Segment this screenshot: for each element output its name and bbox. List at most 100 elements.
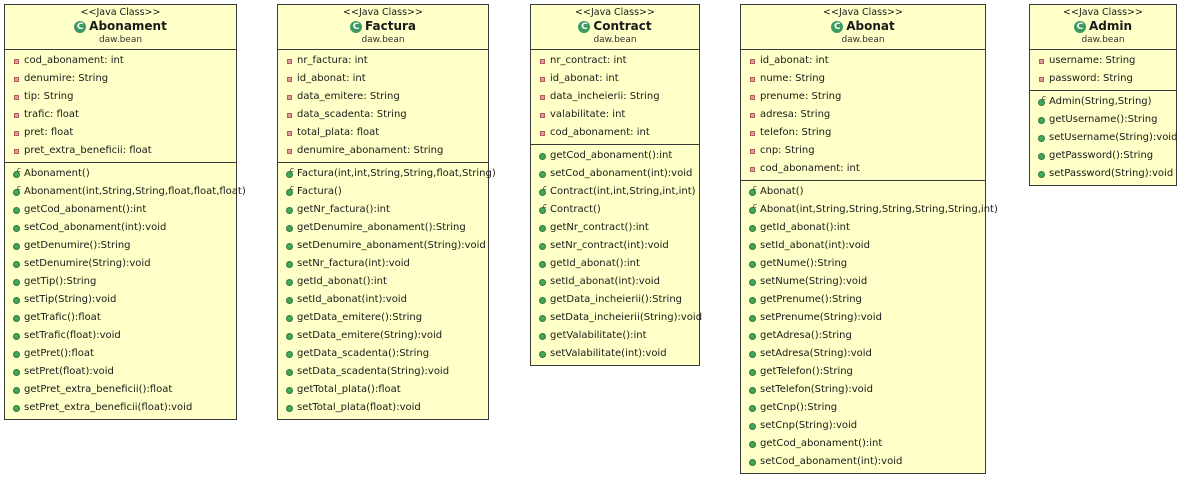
public-method-icon xyxy=(286,207,293,214)
private-field-icon xyxy=(540,59,545,64)
class-method: setData_emitere(String):void xyxy=(278,327,488,345)
private-field-icon xyxy=(1039,77,1044,82)
method-signature: getNr_contract():int xyxy=(550,222,649,233)
public-method-icon xyxy=(539,171,546,178)
method-signature: Contract(int,int,String,int,int) xyxy=(550,186,696,197)
field-signature: username: String xyxy=(1049,55,1136,66)
public-method-icon xyxy=(539,297,546,304)
field-signature: telefon: String xyxy=(760,127,832,138)
method-signature: setTelefon(String):void xyxy=(760,384,873,395)
public-method-icon xyxy=(539,261,546,268)
methods-compartment: c Admin(String,String) getUsername():Strin… xyxy=(1030,90,1177,185)
constructor-marker-icon: c xyxy=(290,166,294,174)
private-field-icon xyxy=(750,59,755,64)
public-method-icon xyxy=(539,225,546,232)
field-signature: cnp: String xyxy=(760,145,815,156)
class-package: daw.bean xyxy=(98,35,143,45)
method-signature: getData_incheierii():String xyxy=(550,294,683,305)
class-constructor: c Contract() xyxy=(531,201,699,219)
class-method: getDenumire():String xyxy=(5,237,236,255)
method-signature: setData_emitere(String):void xyxy=(297,330,443,341)
class-method: setNume(String):void xyxy=(741,273,985,291)
public-method-icon xyxy=(13,243,20,250)
public-method-icon xyxy=(13,261,20,268)
class-method: setCod_abonament(int):void xyxy=(531,165,699,183)
class-method: getData_emitere():String xyxy=(278,309,488,327)
public-method-icon xyxy=(749,423,756,430)
public-method-icon xyxy=(1038,135,1045,142)
public-method-icon xyxy=(749,387,756,394)
method-signature: setId_abonat(int):void xyxy=(297,294,407,305)
public-method-icon xyxy=(286,261,293,268)
class-box-contract[interactable]: <<Java Class>> C Contract daw.bean nr_contra… xyxy=(530,4,702,366)
field-signature: cod_abonament: int xyxy=(24,55,124,66)
method-signature: Contract() xyxy=(550,204,601,215)
class-method: getUsername():String xyxy=(1030,111,1176,129)
class-field: nr_factura: int xyxy=(278,52,488,70)
public-method-icon xyxy=(286,279,293,286)
class-field: cod_abonament: int xyxy=(531,124,699,142)
class-package: daw.bean xyxy=(361,35,405,45)
method-signature: getPassword():String xyxy=(1049,150,1154,161)
class-box-admin[interactable]: <<Java Class>> C Admin daw.bean username: St… xyxy=(1029,4,1177,186)
method-signature: setCnp(String):void xyxy=(760,420,858,431)
class-box-abonat[interactable]: <<Java Class>> C Abonat daw.bean id_abonat: … xyxy=(740,4,998,474)
public-method-icon xyxy=(13,369,20,376)
method-signature: setCod_abonament(int):void xyxy=(550,168,693,179)
field-signature: data_incheierii: String xyxy=(550,91,660,102)
method-signature: setPret_extra_beneficii(float):void xyxy=(24,402,193,413)
method-signature: setNr_contract(int):void xyxy=(550,240,669,251)
class-name: Factura xyxy=(365,19,416,33)
method-signature: setId_abonat(int):void xyxy=(760,240,870,251)
class-field: data_emitere: String xyxy=(278,88,488,106)
method-signature: Abonament() xyxy=(24,168,90,179)
method-signature: getNr_factura():int xyxy=(297,204,390,215)
class-method: getAdresa():String xyxy=(741,327,985,345)
class-name: Admin xyxy=(1088,19,1133,33)
field-signature: id_abonat: int xyxy=(760,55,829,66)
method-signature: setData_scadenta(String):void xyxy=(297,366,450,377)
field-signature: pret_extra_beneficii: float xyxy=(24,145,152,156)
public-method-icon xyxy=(1038,171,1045,178)
method-signature: getData_emitere():String xyxy=(297,312,423,323)
fields-compartment: id_abonat: int nume: String prenume: Strin… xyxy=(741,49,985,180)
class-title: C Factura xyxy=(278,19,488,34)
class-method: setTelefon(String):void xyxy=(741,381,985,399)
class-field: password: String xyxy=(1030,70,1176,88)
public-method-icon xyxy=(13,333,20,340)
public-method-icon xyxy=(749,279,756,286)
class-box-abonament[interactable]: <<Java Class>> C Abonament daw.bean cod_abon… xyxy=(4,4,246,420)
class-method: setPassword(String):void xyxy=(1030,165,1176,183)
class-method: getNr_factura():int xyxy=(278,201,488,219)
private-field-icon xyxy=(14,131,19,136)
method-signature: getData_scadenta():String xyxy=(297,348,430,359)
private-field-icon xyxy=(287,95,292,100)
class-constructor: c Abonament() xyxy=(5,165,236,183)
method-signature: getValabilitate():int xyxy=(550,330,647,341)
class-field: denumire_abonament: String xyxy=(278,142,488,160)
class-title: C Contract xyxy=(531,19,699,34)
class-method: setDenumire_abonament(String):void xyxy=(278,237,488,255)
class-method: getCod_abonament():int xyxy=(531,147,699,165)
class-box-factura[interactable]: <<Java Class>> C Factura daw.bean nr_factura… xyxy=(277,4,496,420)
class-method: setPret_extra_beneficii(float):void xyxy=(5,399,236,417)
public-method-icon xyxy=(13,279,20,286)
class-method: setTrafic(float):void xyxy=(5,327,236,345)
methods-compartment: getCod_abonament():int setCod_abonament(i… xyxy=(531,144,702,365)
public-method-icon xyxy=(286,225,293,232)
class-method: getData_scadenta():String xyxy=(278,345,488,363)
public-method-icon xyxy=(286,387,293,394)
private-field-icon xyxy=(14,149,19,154)
method-signature: getCnp():String xyxy=(760,402,838,413)
public-method-icon xyxy=(286,351,293,358)
class-header: <<Java Class>> C Factura daw.bean xyxy=(278,5,488,49)
class-method: getNr_contract():int xyxy=(531,219,699,237)
class-method: getTelefon():String xyxy=(741,363,985,381)
class-constructor: c Abonat() xyxy=(741,183,985,201)
field-signature: valabilitate: int xyxy=(550,109,626,120)
method-signature: setNr_factura(int):void xyxy=(297,258,410,269)
public-method-icon xyxy=(286,315,293,322)
method-signature: getDenumire_abonament():String xyxy=(297,222,466,233)
method-signature: setPassword(String):void xyxy=(1049,168,1174,179)
class-field: id_abonat: int xyxy=(741,52,985,70)
